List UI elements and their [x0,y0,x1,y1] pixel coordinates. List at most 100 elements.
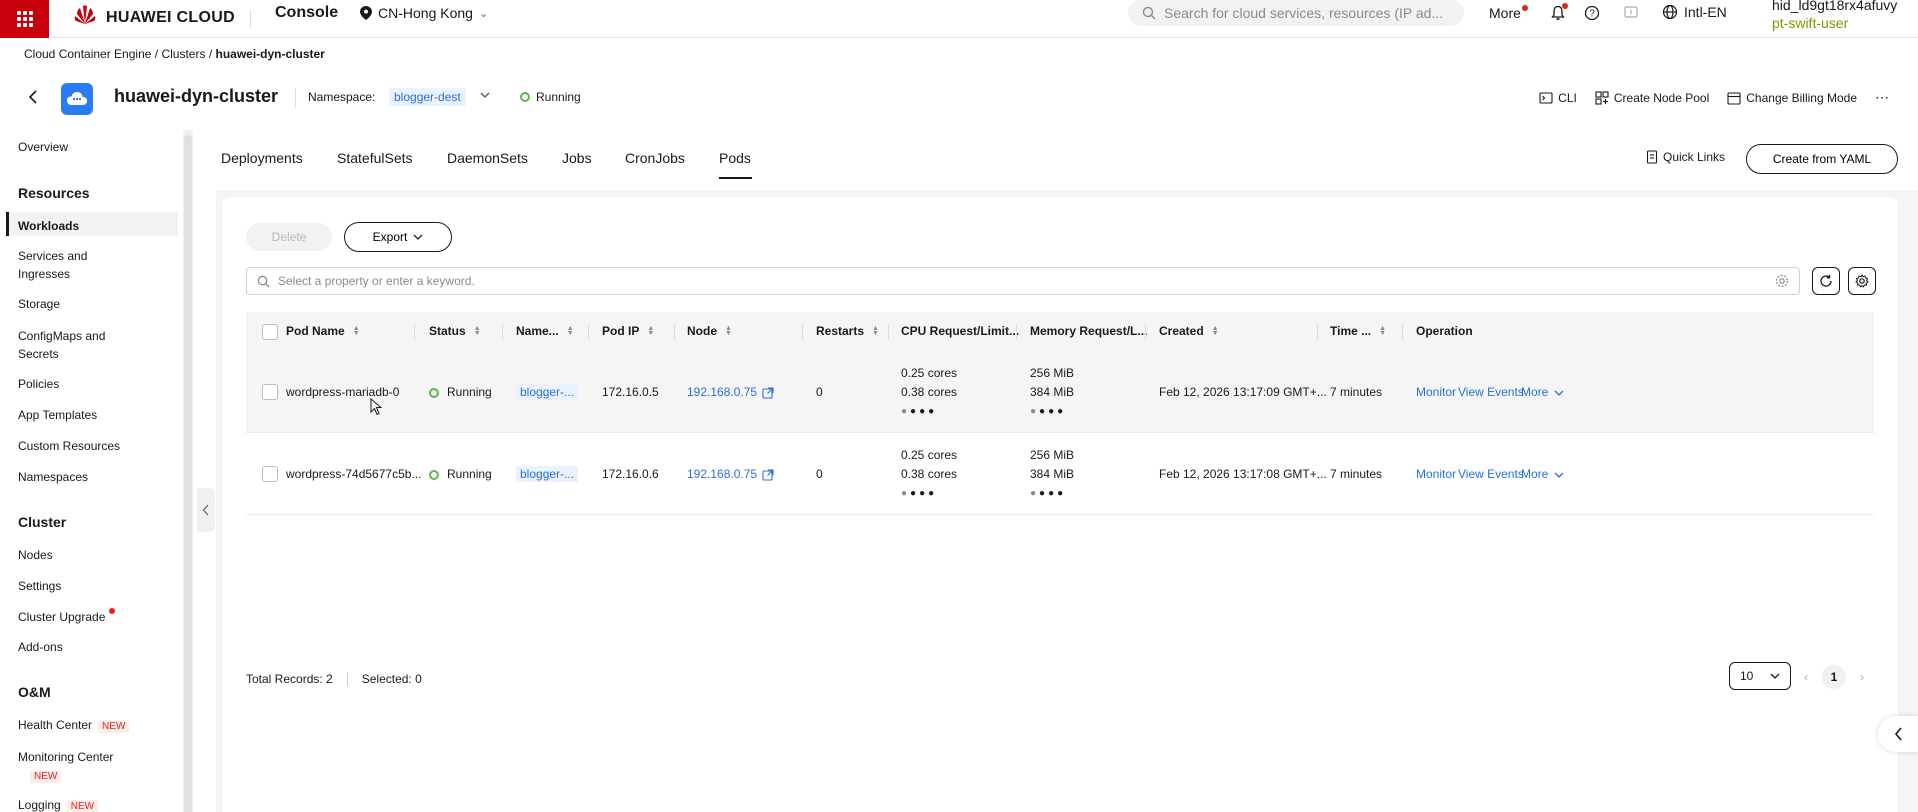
sidebar-item-custom-resources[interactable]: Custom Resources [18,437,120,455]
sidebar-item-overview[interactable]: Overview [18,138,68,156]
new-badge: NEW [30,770,62,783]
column-header-pod-ip[interactable]: Pod IP ▲ ▼ [602,324,654,338]
language-selector[interactable]: Intl-EN [1662,4,1727,20]
back-arrow-icon[interactable] [28,88,40,109]
console-link[interactable]: Console [275,4,338,22]
pod-name[interactable]: wordpress-mariadb-0 [286,383,399,402]
tab-statefulsets[interactable]: StatefulSets [337,150,413,166]
filter-settings-icon[interactable] [1775,274,1789,288]
search-icon [257,275,270,288]
tab-daemonsets[interactable]: DaemonSets [447,150,528,166]
delete-button[interactable]: Delete [246,223,332,251]
column-header-created[interactable]: Created ▲ ▼ [1159,324,1219,338]
breadcrumb-item-cce[interactable]: Cloud Container Engine [24,47,151,61]
sidebar-item-nodes[interactable]: Nodes [18,546,53,564]
column-divider [674,324,675,340]
refresh-button[interactable] [1812,267,1840,295]
select-all-checkbox[interactable] [262,324,278,340]
create-node-pool-button[interactable]: Create Node Pool [1595,91,1709,105]
more-actions-icon[interactable]: ⋯ [1875,89,1890,106]
create-from-yaml-button[interactable]: Create from YAML [1746,144,1898,174]
header-label: Status [429,324,466,338]
column-header-status[interactable]: Status ▲ ▼ [429,324,481,338]
huawei-logo-icon [74,5,96,24]
table-row[interactable]: wordpress-74d5677c5b... Running blogger-… [246,434,1874,515]
column-divider [1317,324,1318,340]
column-divider [588,324,589,340]
sidebar-item-namespaces[interactable]: Namespaces [18,468,88,486]
change-billing-mode-button[interactable]: Change Billing Mode [1727,91,1857,105]
pod-node-link[interactable]: 192.168.0.75 [687,465,774,484]
user-account-menu[interactable]: hid_ld9gt18rx4afuvy pt-swift-user [1772,0,1897,32]
column-header-time[interactable]: Time ... ▲ ▼ [1330,324,1386,338]
sidebar-item-health-center[interactable]: Health Center NEW [18,716,130,736]
pod-ip: 172.16.0.5 [602,385,659,399]
service-menu-button[interactable] [0,0,49,38]
column-header-namespace[interactable]: Name... ▲ ▼ [516,324,574,338]
sidebar-item-app-templates[interactable]: App Templates [18,406,97,424]
top-more-menu[interactable]: More [1489,5,1528,21]
pod-namespace: blogger-... [516,383,579,402]
chevron-down-icon[interactable] [480,88,490,102]
monitor-link[interactable]: Monitor [1416,465,1456,484]
column-header-restarts[interactable]: Restarts ▲ ▼ [816,324,879,338]
top-nav-bar: HUAWEI CLOUD Console CN-Hong Kong ⌄ Sear… [0,0,1918,38]
page-number-current[interactable]: 1 [1822,665,1846,689]
sidebar-item-logging[interactable]: Logging NEW [18,796,99,812]
row-checkbox[interactable] [262,384,278,400]
export-button[interactable]: Export [344,222,452,252]
sidebar-item-configmaps[interactable]: ConfigMaps and Secrets [18,327,105,363]
view-events-link[interactable]: View Events [1458,465,1524,484]
sidebar-item-addons[interactable]: Add-ons [18,638,63,656]
header-label: Time ... [1330,324,1372,338]
global-search-input[interactable]: Search for cloud services, resources (IP… [1128,0,1464,26]
expand-panel-button[interactable] [1878,716,1918,752]
scrollbar-thumb[interactable] [184,135,192,812]
region-selector[interactable]: CN-Hong Kong ⌄ [360,5,488,21]
bell-icon[interactable] [1548,3,1568,23]
sidebar-scrollbar[interactable] [183,130,193,812]
pod-name[interactable]: wordpress-74d5677c5b... [286,465,421,484]
sidebar-item-services[interactable]: Services and Ingresses [18,247,87,283]
cpu-request: 0.25 cores [901,448,958,462]
monitor-link[interactable]: Monitor [1416,383,1456,402]
divider [250,10,251,28]
namespace-selector[interactable]: blogger-dest [389,88,466,106]
pod-node-link[interactable]: 192.168.0.75 [687,383,774,402]
pagination: ‹ 1 › [1804,665,1864,689]
sidebar-item-monitoring-center[interactable]: Monitoring Center NEW [18,748,113,786]
next-page-icon[interactable]: › [1860,670,1864,684]
breadcrumb-item-clusters[interactable]: Clusters [161,47,205,61]
sidebar-item-settings[interactable]: Settings [18,577,61,595]
row-checkbox[interactable] [262,466,278,482]
sidebar-group-cluster: Cluster [18,514,67,530]
pod-status-text: Running [447,385,492,399]
sidebar-item-storage[interactable]: Storage [18,295,60,313]
help-icon[interactable]: ? [1582,3,1602,23]
prev-page-icon[interactable]: ‹ [1804,670,1808,684]
sort-icon: ▲ ▼ [647,325,655,337]
search-filter-input[interactable]: Select a property or enter a keyword. [246,267,1800,295]
sidebar-item-policies[interactable]: Policies [18,375,59,393]
table-settings-button[interactable] [1848,267,1876,295]
tab-cronjobs[interactable]: CronJobs [625,150,685,166]
column-header-pod-name[interactable]: Pod Name ▲ ▼ [286,324,360,338]
sidebar-item-cluster-upgrade[interactable]: Cluster Upgrade [18,608,116,626]
more-actions-link[interactable]: More [1521,465,1564,484]
cli-button[interactable]: CLI [1539,91,1577,105]
collapse-sidebar-handle[interactable] [197,488,215,532]
table-row[interactable]: wordpress-mariadb-0 Running blogger-... … [246,352,1874,433]
feedback-icon[interactable] [1621,3,1641,23]
page-size-select[interactable]: 10 [1729,662,1791,690]
more-actions-link[interactable]: More [1521,383,1564,402]
sidebar-item-workloads[interactable]: Workloads [18,217,79,235]
tab-deployments[interactable]: Deployments [221,150,303,166]
column-header-node[interactable]: Node ▲ ▼ [687,324,732,338]
brand-logo[interactable]: HUAWEI CLOUD [72,4,235,32]
notification-dot [1521,5,1528,11]
tab-pods[interactable]: Pods [719,150,751,166]
view-events-link[interactable]: View Events [1458,383,1524,402]
tab-jobs[interactable]: Jobs [562,150,592,166]
quick-links-button[interactable]: Quick Links [1646,150,1725,164]
sort-icon: ▲ ▼ [566,325,574,337]
